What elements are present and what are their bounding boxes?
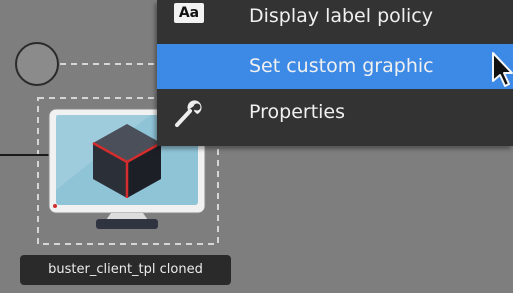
context-menu: Aa Display label policy Set custom graph… xyxy=(157,0,513,146)
menu-item-properties[interactable]: Properties xyxy=(157,90,513,135)
node-label[interactable]: buster_client_tpl cloned xyxy=(20,255,231,285)
menu-item-label: Display label policy xyxy=(249,5,433,27)
menu-item-label: Set custom graphic xyxy=(249,55,434,77)
text-aa-icon: Aa xyxy=(174,3,204,23)
circle-port-icon[interactable] xyxy=(15,42,59,86)
arrow-pointer-icon xyxy=(492,52,513,87)
wrench-icon xyxy=(175,100,202,127)
menu-item-set-custom-graphic[interactable]: Set custom graphic xyxy=(157,44,513,89)
menu-item-display-label-policy[interactable]: Aa Display label policy xyxy=(157,0,513,39)
menu-item-label: Properties xyxy=(249,101,346,123)
